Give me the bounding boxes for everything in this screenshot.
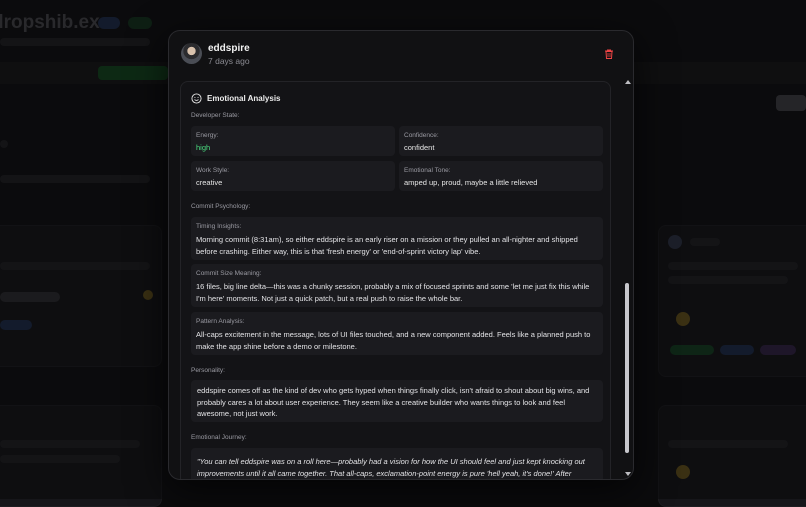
energy-value: high (196, 143, 211, 152)
scroll-up-arrow-icon[interactable] (625, 80, 631, 84)
timestamp: 7 days ago (208, 56, 250, 66)
commit-psychology-label: Commit Psychology: (191, 203, 251, 210)
emotional-tone-box: Emotional Tone: amped up, proud, maybe a… (399, 161, 603, 191)
commit-size-text: 16 files, big line delta—this was a chun… (196, 282, 590, 303)
timing-insights-text: Morning commit (8:31am), so either eddsp… (196, 235, 578, 256)
timing-insights-label: Timing Insights: (196, 223, 242, 230)
avatar (181, 43, 202, 64)
modal-header: eddspire 7 days ago (169, 31, 633, 79)
energy-box: Energy: high (191, 126, 395, 156)
commit-size-box: Commit Size Meaning: 16 files, big line … (191, 264, 603, 307)
username: eddspire (208, 43, 250, 54)
work-style-box: Work Style: creative (191, 161, 395, 191)
confidence-value: confident (404, 143, 435, 152)
pattern-analysis-box: Pattern Analysis: All-caps excitement in… (191, 312, 603, 355)
emotional-journey-text: "You can tell eddspire was on a roll her… (197, 457, 585, 478)
emotional-tone-label: Emotional Tone: (404, 167, 451, 174)
timing-insights-box: Timing Insights: Morning commit (8:31am)… (191, 217, 603, 260)
confidence-label: Confidence: (404, 132, 439, 139)
emotional-tone-value: amped up, proud, maybe a little relieved (404, 178, 538, 187)
emotional-journey-box: "You can tell eddspire was on a roll her… (191, 448, 603, 479)
confidence-box: Confidence: confident (399, 126, 603, 156)
developer-state-label: Developer State: (191, 112, 240, 119)
section-title: Emotional Analysis (207, 93, 281, 103)
pattern-analysis-label: Pattern Analysis: (196, 318, 245, 325)
work-style-label: Work Style: (196, 167, 230, 174)
smile-icon (191, 92, 202, 104)
commit-analysis-modal: eddspire 7 days ago Emotional Analysis D… (168, 30, 634, 480)
personality-text: eddspire comes off as the kind of dev wh… (197, 386, 590, 418)
personality-box: eddspire comes off as the kind of dev wh… (191, 380, 603, 422)
work-style-value: creative (196, 178, 223, 187)
commit-size-label: Commit Size Meaning: (196, 270, 262, 277)
scroll-down-arrow-icon[interactable] (625, 472, 631, 476)
trash-icon[interactable] (603, 48, 615, 60)
section-header: Emotional Analysis (191, 91, 281, 105)
emotional-journey-label: Emotional Journey: (191, 434, 247, 441)
scrollbar[interactable] (624, 79, 631, 477)
energy-label: Energy: (196, 132, 219, 139)
personality-label: Personality: (191, 367, 225, 374)
scrollbar-thumb[interactable] (625, 283, 629, 453)
modal-scroll-area[interactable]: Emotional Analysis Developer State: Ener… (180, 81, 611, 479)
emotional-analysis-section: Emotional Analysis Developer State: Ener… (180, 81, 611, 479)
pattern-analysis-text: All-caps excitement in the message, lots… (196, 330, 591, 351)
